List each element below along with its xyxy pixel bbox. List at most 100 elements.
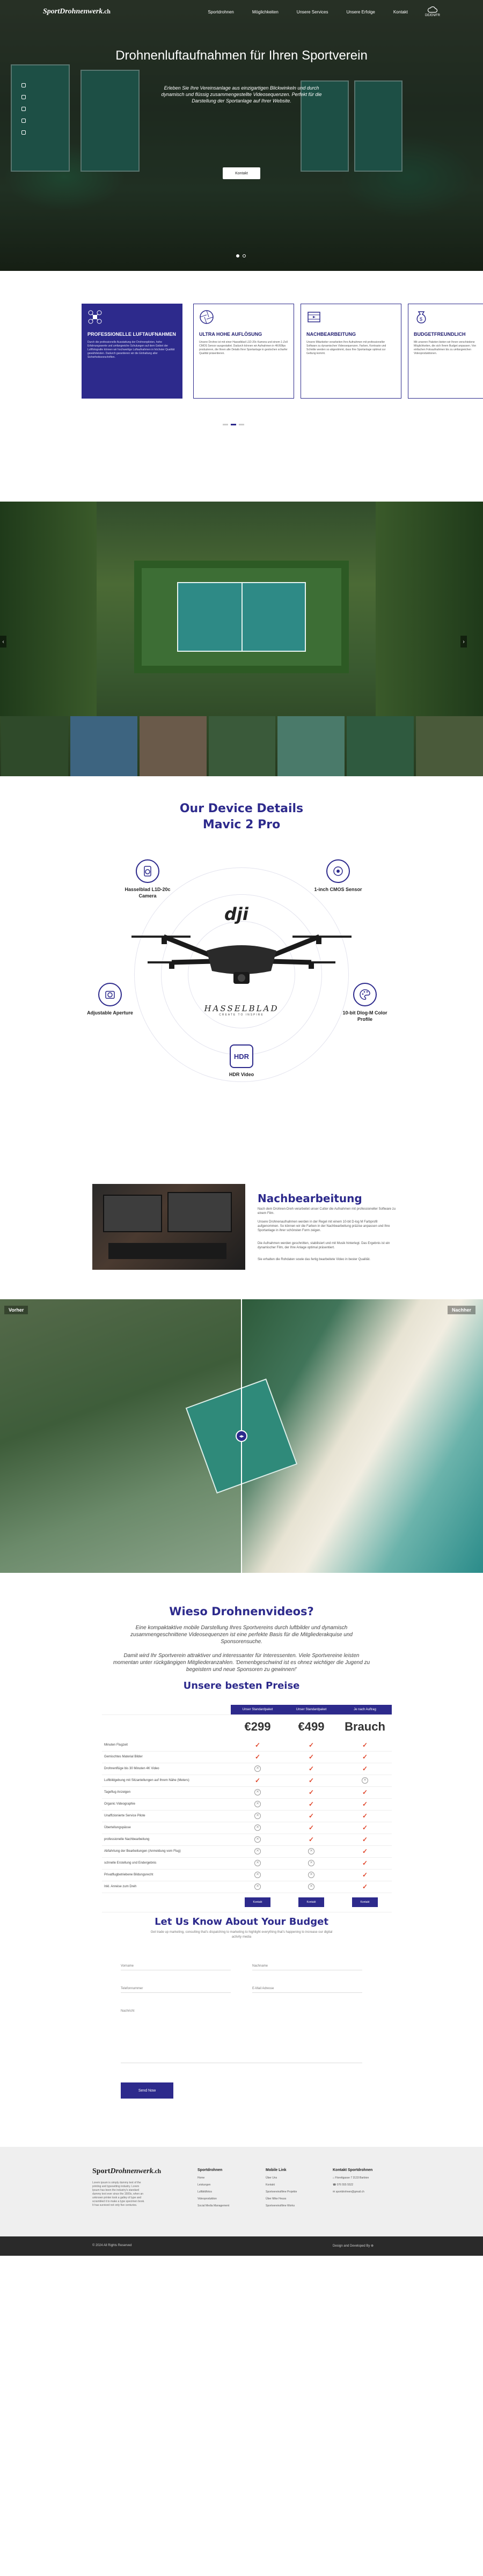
phone-field[interactable]: Telefonnummer xyxy=(121,1987,231,1993)
service-card[interactable]: ULTRA HOHE AUFLÖSUNG Unsere Drohne ist m… xyxy=(193,304,294,399)
feature-name: Abfahrtung der Bearbeitungen (Anmeldung … xyxy=(102,1845,231,1858)
footer-link[interactable]: Über Mike Heuss xyxy=(266,2197,297,2200)
slider-dot[interactable] xyxy=(236,254,239,257)
feature-cell: ✕ xyxy=(231,1822,284,1834)
plan-price: €499 xyxy=(298,1720,325,1734)
gallery-next-arrow[interactable]: › xyxy=(460,636,467,647)
send-button[interactable]: Send Now xyxy=(121,2082,173,2099)
footer-link[interactable]: Kontakt xyxy=(266,2183,297,2187)
footer-contact-item[interactable]: ✉ sportdrohnen@gmail.ch xyxy=(333,2190,372,2194)
services-slider-indicator xyxy=(223,424,244,425)
slider-dot[interactable] xyxy=(223,424,228,425)
language-switcher[interactable]: DE/EN/FR xyxy=(425,6,440,17)
feature-cell: ✕ xyxy=(231,1810,284,1822)
pricing-feature-row: Abfahrtung der Bearbeitungen (Anmeldung … xyxy=(102,1845,392,1858)
pricing-feature-row: professionelle Nachbearbeitung ✕ ✓ ✓ xyxy=(102,1834,392,1846)
gallery-thumbnail[interactable] xyxy=(139,716,207,776)
feature-cell: ✓ xyxy=(284,1763,338,1775)
facebook-icon[interactable] xyxy=(21,83,26,87)
phone-text: 076 555 5522 xyxy=(336,2183,354,2187)
feature-camera: Hasselblad L1D-20c Camera xyxy=(121,859,174,899)
message-field[interactable]: Nachricht xyxy=(121,2010,362,2063)
editing-desk-image xyxy=(92,1184,245,1270)
footer-link[interactable]: Sportvereinsfilme Works xyxy=(266,2204,297,2207)
drone-icon xyxy=(88,310,102,324)
check-icon: ✓ xyxy=(308,1741,314,1749)
footer-link[interactable]: Social Media Management xyxy=(197,2204,229,2207)
footer-link[interactable]: Über Uns xyxy=(266,2176,297,2180)
feature-sensor: 1-inch CMOS Sensor xyxy=(311,859,365,893)
logo-text-c: .ch xyxy=(153,2168,162,2175)
pricing-feature-row: Unaffizionierte Service Pilote ✕ ✓ ✓ xyxy=(102,1810,392,1822)
credit-text[interactable]: Design and Developed By ⊗ xyxy=(333,2244,374,2248)
feature-cell: ✓ xyxy=(284,1834,338,1846)
feature-cell: ✓ xyxy=(231,1775,284,1787)
gallery-thumbnail[interactable] xyxy=(416,716,483,776)
gallery-thumbnail[interactable] xyxy=(70,716,137,776)
pricing-feature-row: Minuten Flugzeit ✓ ✓ ✓ xyxy=(102,1739,392,1751)
check-icon: ✓ xyxy=(308,1824,314,1831)
social-links xyxy=(21,83,26,135)
device-title-line2: Mavic 2 Pro xyxy=(202,818,281,831)
service-card[interactable]: $ BUDGETFREUNDLICH Mit unseren Paketen b… xyxy=(408,304,483,399)
copyright-text: © 2024 All Rights Reserved xyxy=(92,2244,132,2247)
instagram-icon[interactable] xyxy=(21,107,26,111)
tennis-court-image xyxy=(177,582,306,652)
why-title: Wieso Drohnenvideos? xyxy=(169,1605,314,1618)
gallery-thumbnail[interactable] xyxy=(347,716,414,776)
gallery-thumbnail[interactable] xyxy=(277,716,345,776)
logo-text-b: Drohnenwerk xyxy=(60,8,103,16)
logo-text-a: Sport xyxy=(43,8,60,16)
nav-item-services[interactable]: Unsere Services xyxy=(297,10,328,14)
footer-contact-item[interactable]: ⌂ Florettgasse 7 3133 Barbion xyxy=(333,2176,372,2180)
lastname-field[interactable]: Nachname xyxy=(252,1964,362,1970)
feature-aperture: Adjustable Aperture xyxy=(83,983,137,1016)
nav-item-kontakt[interactable]: Kontakt xyxy=(393,10,408,14)
footer-link[interactable]: Home xyxy=(197,2176,229,2180)
pricing-feature-row: Organic Videographie ✕ ✓ ✓ xyxy=(102,1798,392,1810)
footer-link[interactable]: Sportvereinsfilme Projekte xyxy=(266,2190,297,2194)
twitter-icon[interactable] xyxy=(21,95,26,99)
youtube-icon[interactable] xyxy=(21,119,26,123)
compare-slider-handle[interactable]: ◂▸ xyxy=(236,1430,247,1442)
gallery-thumbnail[interactable] xyxy=(208,716,276,776)
feature-label: HDR Video xyxy=(229,1072,254,1077)
feature-cell: ✕ xyxy=(284,1869,338,1881)
feature-cell: ✓ xyxy=(284,1810,338,1822)
feature-cell: ✓ xyxy=(284,1739,338,1751)
footer-contact-item[interactable]: ☎ 076 555 5522 xyxy=(333,2183,372,2187)
firstname-field[interactable]: Vorname xyxy=(121,1964,231,1970)
plan-header: Unser Standardpaket xyxy=(231,1705,284,1715)
pricing-feature-row: Drohnenflüge bis 30 Minuten 4K Video ✕ ✓ ✓ xyxy=(102,1763,392,1775)
service-card[interactable]: NACHBEARBEITUNG Unsere Mitarbeiter verar… xyxy=(301,304,401,399)
hdr-icon: HDR xyxy=(230,1044,253,1068)
pricing-feature-row: Tageflug Anzeigen ✕ ✓ ✓ xyxy=(102,1786,392,1799)
site-logo[interactable]: SportDrohnenwerk.ch xyxy=(43,8,111,16)
plan-header: Je nach Auftrag xyxy=(338,1705,392,1715)
footer-link[interactable]: Luftbildfotos xyxy=(197,2190,229,2194)
slider-dot[interactable] xyxy=(239,424,244,425)
post-title: Nachbearbeitung xyxy=(258,1192,362,1205)
feature-cell: ✓ xyxy=(338,1845,392,1858)
gallery-prev-arrow[interactable]: ‹ xyxy=(0,636,6,647)
hero-contact-button[interactable]: Kontakt xyxy=(223,167,260,179)
slider-dot[interactable] xyxy=(243,254,246,257)
slider-dot[interactable] xyxy=(231,424,236,425)
footer-logo[interactable]: SportDrohnenwerk.ch xyxy=(92,2167,161,2176)
nav-item-sportdrohnen[interactable]: Sportdrohnen xyxy=(208,10,233,14)
footer-link[interactable]: Videoproduktion xyxy=(197,2197,229,2200)
pricing-feature-row: Gemischtes Material Bilder ✓ ✓ ✓ xyxy=(102,1751,392,1763)
nav-item-moeglichkeiten[interactable]: Möglichkeiten xyxy=(252,10,279,14)
feature-cell: ✓ xyxy=(338,1751,392,1763)
service-card[interactable]: PROFESSIONELLE LUFTAUFNAHMEN Durch die p… xyxy=(82,304,182,399)
footer-link[interactable]: Leistungen xyxy=(197,2183,229,2187)
cross-icon: ✕ xyxy=(254,1801,261,1807)
gallery-thumbnail[interactable] xyxy=(1,716,68,776)
svg-text:$: $ xyxy=(420,317,422,322)
feature-name: Übertellungspässe xyxy=(102,1822,231,1834)
linkedin-icon[interactable] xyxy=(21,130,26,135)
nav-item-erfolge[interactable]: Unsere Erfolge xyxy=(346,10,375,14)
budget-title: Let Us Know About Your Budget xyxy=(155,1916,328,1927)
feature-cell: ✓ xyxy=(231,1751,284,1763)
email-field[interactable]: E-Mail Adresse xyxy=(252,1987,362,1993)
